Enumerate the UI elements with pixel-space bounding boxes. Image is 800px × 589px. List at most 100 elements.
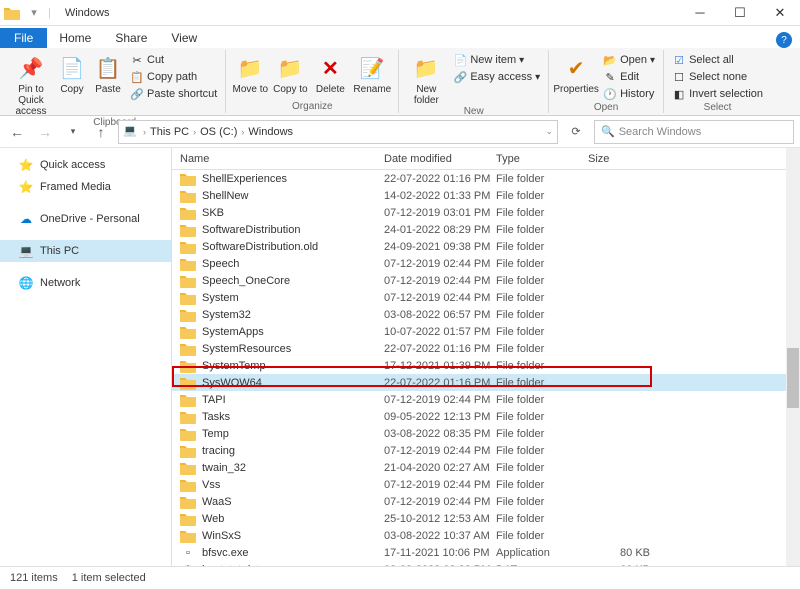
file-name: Speech_OneCore [202,275,384,287]
file-row[interactable]: ⚙bootstat.dat03-08-2022 08:33 PMDAT66 KB [172,561,800,566]
file-row[interactable]: SystemTemp17-12-2021 01:39 PMFile folder [172,357,800,374]
column-type[interactable]: Type [496,153,588,165]
file-row[interactable]: Web25-10-2012 12:53 AMFile folder [172,510,800,527]
delete-button[interactable]: ✕Delete [312,52,348,95]
open-button[interactable]: 📂Open ▾ [601,52,657,68]
file-row[interactable]: SKB07-12-2019 03:01 PMFile folder [172,204,800,221]
edit-button[interactable]: ✎Edit [601,69,657,85]
file-row[interactable]: SystemApps10-07-2022 01:57 PMFile folder [172,323,800,340]
nav-item[interactable]: 💻This PC [0,240,171,262]
status-bar: 121 items 1 item selected [0,566,800,588]
file-icon [180,307,196,323]
new-folder-button[interactable]: 📁New folder [405,52,447,106]
select-all-button[interactable]: ☑Select all [670,52,765,68]
properties-button[interactable]: ✔Properties [555,52,597,95]
help-button[interactable]: ? [776,32,792,48]
new-item-button[interactable]: 📄New item ▾ [451,52,542,68]
scrollbar[interactable] [786,148,800,566]
file-row[interactable]: Vss07-12-2019 02:44 PMFile folder [172,476,800,493]
file-row[interactable]: Speech_OneCore07-12-2019 02:44 PMFile fo… [172,272,800,289]
invert-selection-button[interactable]: ◧Invert selection [670,86,765,102]
select-none-button[interactable]: ☐Select none [670,69,765,85]
file-row[interactable]: Temp03-08-2022 08:35 PMFile folder [172,425,800,442]
copy-button[interactable]: 📄Copy [56,52,88,95]
chevron-down-icon[interactable]: ⌄ [545,126,553,137]
file-name: SystemApps [202,326,384,338]
nav-item[interactable]: ⭐Quick access [0,154,171,176]
file-row[interactable]: WaaS07-12-2019 02:44 PMFile folder [172,493,800,510]
move-to-button[interactable]: 📁Move to [232,52,268,95]
file-name: Web [202,513,384,525]
nav-item[interactable]: ☁OneDrive - Personal [0,208,171,230]
paste-shortcut-button[interactable]: 🔗Paste shortcut [128,86,219,102]
file-icon: ▫ [180,545,196,561]
file-row[interactable]: WinSxS03-08-2022 10:37 AMFile folder [172,527,800,544]
file-row[interactable]: System07-12-2019 02:44 PMFile folder [172,289,800,306]
rename-button[interactable]: 📝Rename [352,52,392,95]
scrollbar-thumb[interactable] [787,348,799,408]
file-name: Temp [202,428,384,440]
copy-to-button[interactable]: 📁Copy to [272,52,308,95]
file-row[interactable]: SysWOW6422-07-2022 01:16 PMFile folder [172,374,800,391]
file-type: File folder [496,190,588,202]
forward-button[interactable]: → [34,121,56,143]
column-size[interactable]: Size [588,153,658,165]
file-row[interactable]: SoftwareDistribution.old24-09-2021 09:38… [172,238,800,255]
copy-path-button[interactable]: 📋Copy path [128,69,219,85]
file-type: File folder [496,394,588,406]
history-button[interactable]: 🕐History [601,86,657,102]
file-date: 10-07-2022 01:57 PM [384,326,496,338]
file-date: 03-08-2022 08:35 PM [384,428,496,440]
search-input[interactable]: 🔍 Search Windows [594,120,794,144]
maximize-button[interactable]: ☐ [720,0,760,26]
file-date: 07-12-2019 02:44 PM [384,258,496,270]
file-type: File folder [496,224,588,236]
file-type: File folder [496,360,588,372]
easy-access-button[interactable]: 🔗Easy access ▾ [451,69,542,85]
nav-item[interactable]: 🌐Network [0,272,171,294]
file-icon [180,409,196,425]
tab-share[interactable]: Share [103,28,159,48]
qat-item[interactable]: ▾ [26,5,42,21]
recent-locations-button[interactable]: ▾ [62,121,84,143]
column-date[interactable]: Date modified [384,153,496,165]
file-row[interactable]: ShellExperiences22-07-2022 01:16 PMFile … [172,170,800,187]
file-row[interactable]: ▫bfsvc.exe17-11-2021 10:06 PMApplication… [172,544,800,561]
back-button[interactable]: ← [6,121,28,143]
breadcrumb-item[interactable]: OS (C:) [198,126,239,138]
file-date: 03-08-2022 10:37 AM [384,530,496,542]
file-date: 22-07-2022 01:16 PM [384,173,496,185]
file-row[interactable]: TAPI07-12-2019 02:44 PMFile folder [172,391,800,408]
file-row[interactable]: SoftwareDistribution24-01-2022 08:29 PMF… [172,221,800,238]
breadcrumb[interactable]: 💻 › This PC › OS (C:) › Windows ⌄ [118,120,558,144]
refresh-button[interactable]: ⟳ [564,120,588,144]
paste-button[interactable]: 📋Paste [92,52,124,95]
file-row[interactable]: Speech07-12-2019 02:44 PMFile folder [172,255,800,272]
file-date: 07-12-2019 02:44 PM [384,445,496,457]
cut-button[interactable]: ✂Cut [128,52,219,68]
close-button[interactable]: ✕ [760,0,800,26]
file-type: File folder [496,445,588,457]
tab-view[interactable]: View [159,28,209,48]
file-row[interactable]: System3203-08-2022 06:57 PMFile folder [172,306,800,323]
tab-home[interactable]: Home [47,28,103,48]
nav-item[interactable]: ⭐Framed Media [0,176,171,198]
file-type: File folder [496,428,588,440]
file-row[interactable]: ShellNew14-02-2022 01:33 PMFile folder [172,187,800,204]
tab-file[interactable]: File [0,28,47,48]
up-button[interactable]: ↑ [90,121,112,143]
file-name: WinSxS [202,530,384,542]
file-date: 14-02-2022 01:33 PM [384,190,496,202]
file-icon [180,188,196,204]
column-name[interactable]: Name [180,153,384,165]
file-row[interactable]: SystemResources22-07-2022 01:16 PMFile f… [172,340,800,357]
breadcrumb-item[interactable]: This PC [148,126,191,138]
file-type: File folder [496,479,588,491]
file-row[interactable]: Tasks09-05-2022 12:13 PMFile folder [172,408,800,425]
file-row[interactable]: twain_3221-04-2020 02:27 AMFile folder [172,459,800,476]
pin-quick-access-button[interactable]: 📌Pin to Quick access [10,52,52,117]
minimize-button[interactable]: ─ [680,0,720,26]
nav-label: OneDrive - Personal [40,213,140,225]
file-row[interactable]: tracing07-12-2019 02:44 PMFile folder [172,442,800,459]
breadcrumb-item[interactable]: Windows [246,126,295,138]
